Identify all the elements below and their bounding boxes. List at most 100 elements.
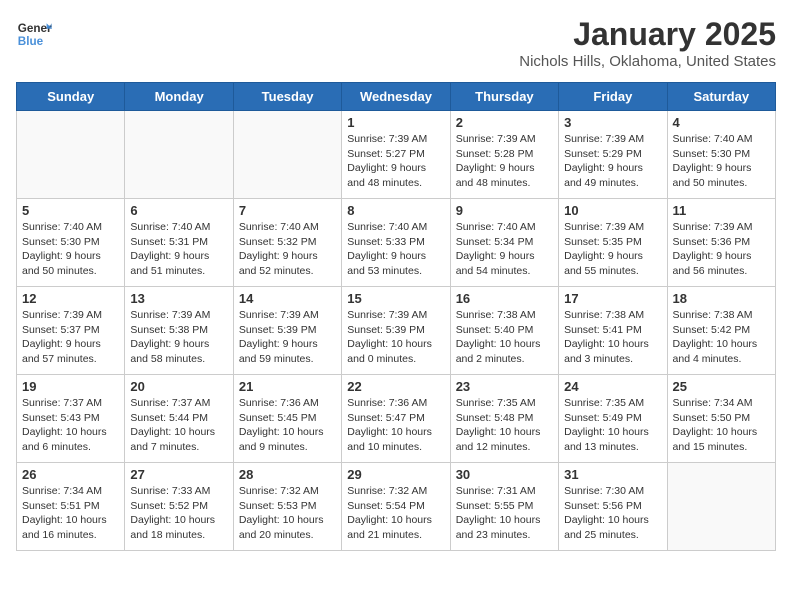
day-number: 31 [564,467,661,482]
calendar-cell: 14 Sunrise: 7:39 AM Sunset: 5:39 PM Dayli… [233,287,341,375]
day-info: Sunrise: 7:32 AM Sunset: 5:53 PM Dayligh… [239,484,336,543]
day-info: Sunrise: 7:39 AM Sunset: 5:39 PM Dayligh… [239,308,336,367]
day-number: 13 [130,291,227,306]
calendar-cell: 4 Sunrise: 7:40 AM Sunset: 5:30 PM Daylig… [667,111,775,199]
calendar-cell: 9Sunrise: 7:40 AM Sunset: 5:34 PM Daylig… [450,199,558,287]
day-number: 25 [673,379,770,394]
day-info: Sunrise: 7:37 AM Sunset: 5:43 PM Dayligh… [22,396,119,455]
calendar-cell: 13 Sunrise: 7:39 AM Sunset: 5:38 PM Dayli… [125,287,233,375]
calendar-cell [17,111,125,199]
calendar-cell: 10Sunrise: 7:39 AM Sunset: 5:35 PM Dayli… [559,199,667,287]
weekday-header: Tuesday [233,83,341,111]
day-number: 12 [22,291,119,306]
calendar-week-row: 26 Sunrise: 7:34 AM Sunset: 5:51 PM Dayli… [17,463,776,551]
day-number: 4 [673,115,770,130]
day-info: Sunrise: 7:35 AM Sunset: 5:49 PM Dayligh… [564,396,661,455]
day-number: 22 [347,379,444,394]
day-number: 7 [239,203,336,218]
day-info: Sunrise: 7:36 AM Sunset: 5:47 PM Dayligh… [347,396,444,455]
day-number: 26 [22,467,119,482]
day-info: Sunrise: 7:34 AM Sunset: 5:50 PM Dayligh… [673,396,770,455]
calendar-cell: 25 Sunrise: 7:34 AM Sunset: 5:50 PM Dayli… [667,375,775,463]
day-number: 27 [130,467,227,482]
calendar-table: SundayMondayTuesdayWednesdayThursdayFrid… [16,82,776,551]
day-number: 8 [347,203,444,218]
weekday-header: Thursday [450,83,558,111]
day-info: Sunrise: 7:34 AM Sunset: 5:51 PM Dayligh… [22,484,119,543]
calendar-cell: 31 Sunrise: 7:30 AM Sunset: 5:56 PM Dayli… [559,463,667,551]
calendar-week-row: 5Sunrise: 7:40 AM Sunset: 5:30 PM Daylig… [17,199,776,287]
day-info: Sunrise: 7:40 AM Sunset: 5:32 PM Dayligh… [239,220,336,279]
day-info: Sunrise: 7:30 AM Sunset: 5:56 PM Dayligh… [564,484,661,543]
day-number: 20 [130,379,227,394]
day-info: Sunrise: 7:40 AM Sunset: 5:30 PM Dayligh… [22,220,119,279]
calendar-cell: 24 Sunrise: 7:35 AM Sunset: 5:49 PM Dayli… [559,375,667,463]
day-info: Sunrise: 7:35 AM Sunset: 5:48 PM Dayligh… [456,396,553,455]
calendar-cell: 2Sunrise: 7:39 AM Sunset: 5:28 PM Daylig… [450,111,558,199]
calendar-cell [667,463,775,551]
day-info: Sunrise: 7:39 AM Sunset: 5:35 PM Dayligh… [564,220,661,279]
calendar-cell [233,111,341,199]
calendar-cell: 3 Sunrise: 7:39 AM Sunset: 5:29 PM Daylig… [559,111,667,199]
calendar-cell: 27 Sunrise: 7:33 AM Sunset: 5:52 PM Dayli… [125,463,233,551]
day-info: Sunrise: 7:39 AM Sunset: 5:27 PM Dayligh… [347,132,444,191]
weekday-header-row: SundayMondayTuesdayWednesdayThursdayFrid… [17,83,776,111]
day-number: 18 [673,291,770,306]
day-info: Sunrise: 7:39 AM Sunset: 5:36 PM Dayligh… [673,220,770,279]
day-number: 3 [564,115,661,130]
weekday-header: Friday [559,83,667,111]
calendar-week-row: 12Sunrise: 7:39 AM Sunset: 5:37 PM Dayli… [17,287,776,375]
day-number: 2 [456,115,553,130]
day-info: Sunrise: 7:39 AM Sunset: 5:39 PM Dayligh… [347,308,444,367]
day-number: 16 [456,291,553,306]
day-info: Sunrise: 7:31 AM Sunset: 5:55 PM Dayligh… [456,484,553,543]
day-number: 24 [564,379,661,394]
calendar-cell: 1Sunrise: 7:39 AM Sunset: 5:27 PM Daylig… [342,111,450,199]
calendar-week-row: 1Sunrise: 7:39 AM Sunset: 5:27 PM Daylig… [17,111,776,199]
month-year: January 2025 [519,16,776,53]
calendar-cell: 7 Sunrise: 7:40 AM Sunset: 5:32 PM Daylig… [233,199,341,287]
day-info: Sunrise: 7:39 AM Sunset: 5:29 PM Dayligh… [564,132,661,191]
day-info: Sunrise: 7:40 AM Sunset: 5:33 PM Dayligh… [347,220,444,279]
day-number: 14 [239,291,336,306]
weekday-header: Monday [125,83,233,111]
day-number: 19 [22,379,119,394]
svg-text:Blue: Blue [18,35,44,48]
calendar-cell: 18 Sunrise: 7:38 AM Sunset: 5:42 PM Dayli… [667,287,775,375]
calendar-cell: 19 Sunrise: 7:37 AM Sunset: 5:43 PM Dayli… [17,375,125,463]
day-info: Sunrise: 7:38 AM Sunset: 5:41 PM Dayligh… [564,308,661,367]
calendar-cell: 22 Sunrise: 7:36 AM Sunset: 5:47 PM Dayli… [342,375,450,463]
weekday-header: Sunday [17,83,125,111]
day-info: Sunrise: 7:38 AM Sunset: 5:40 PM Dayligh… [456,308,553,367]
day-number: 17 [564,291,661,306]
page-header: General Blue January 2025 Nichols Hills,… [16,16,776,70]
weekday-header: Wednesday [342,83,450,111]
day-info: Sunrise: 7:38 AM Sunset: 5:42 PM Dayligh… [673,308,770,367]
day-number: 23 [456,379,553,394]
calendar-cell: 12Sunrise: 7:39 AM Sunset: 5:37 PM Dayli… [17,287,125,375]
day-info: Sunrise: 7:39 AM Sunset: 5:38 PM Dayligh… [130,308,227,367]
location: Nichols Hills, Oklahoma, United States [519,53,776,70]
day-number: 15 [347,291,444,306]
calendar-cell: 5Sunrise: 7:40 AM Sunset: 5:30 PM Daylig… [17,199,125,287]
day-info: Sunrise: 7:36 AM Sunset: 5:45 PM Dayligh… [239,396,336,455]
calendar-cell [125,111,233,199]
day-info: Sunrise: 7:32 AM Sunset: 5:54 PM Dayligh… [347,484,444,543]
calendar-cell: 20 Sunrise: 7:37 AM Sunset: 5:44 PM Dayli… [125,375,233,463]
calendar-cell: 23 Sunrise: 7:35 AM Sunset: 5:48 PM Dayli… [450,375,558,463]
title-block: January 2025 Nichols Hills, Oklahoma, Un… [519,16,776,70]
day-number: 30 [456,467,553,482]
day-info: Sunrise: 7:37 AM Sunset: 5:44 PM Dayligh… [130,396,227,455]
calendar-cell: 17 Sunrise: 7:38 AM Sunset: 5:41 PM Dayli… [559,287,667,375]
calendar-cell: 21Sunrise: 7:36 AM Sunset: 5:45 PM Dayli… [233,375,341,463]
day-info: Sunrise: 7:40 AM Sunset: 5:30 PM Dayligh… [673,132,770,191]
day-info: Sunrise: 7:40 AM Sunset: 5:34 PM Dayligh… [456,220,553,279]
calendar-cell: 16 Sunrise: 7:38 AM Sunset: 5:40 PM Dayli… [450,287,558,375]
day-number: 11 [673,203,770,218]
day-info: Sunrise: 7:33 AM Sunset: 5:52 PM Dayligh… [130,484,227,543]
logo-icon: General Blue [16,16,52,52]
calendar-cell: 30 Sunrise: 7:31 AM Sunset: 5:55 PM Dayli… [450,463,558,551]
calendar-cell: 15 Sunrise: 7:39 AM Sunset: 5:39 PM Dayli… [342,287,450,375]
calendar-week-row: 19 Sunrise: 7:37 AM Sunset: 5:43 PM Dayli… [17,375,776,463]
day-number: 29 [347,467,444,482]
